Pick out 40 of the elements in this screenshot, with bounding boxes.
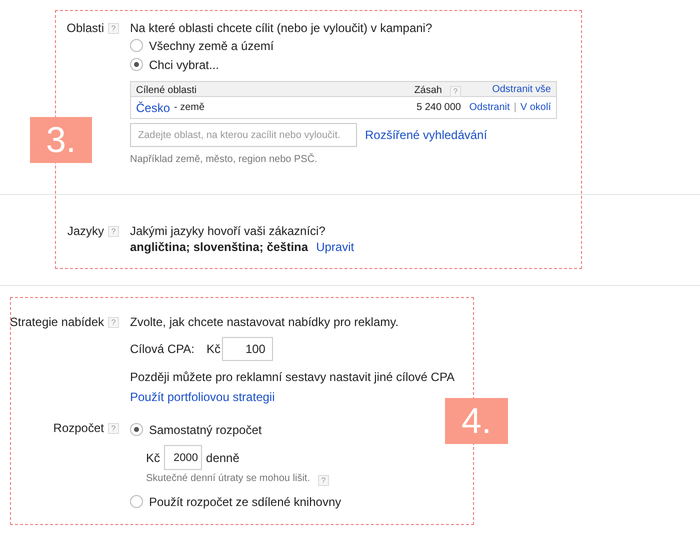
radio-button[interactable] — [130, 423, 143, 436]
question-text: Zvolte, jak chcete nastavovat nabídky pro reklamy. — [130, 314, 399, 330]
question-text: Jakými jazyky hovoří vaši zákazníci? — [130, 223, 326, 239]
hint-text: Například země, město, region nebo PSČ. — [130, 153, 318, 167]
step-number-badge: 4. — [445, 398, 508, 444]
location-type: - země — [174, 102, 205, 113]
unit-label: denně — [206, 450, 240, 466]
currency-label: Kč — [146, 450, 160, 466]
field-label: Jazyky — [66, 223, 104, 239]
row-action-link[interactable]: V okolí — [520, 100, 551, 116]
hint-text: Skutečné denní útraty se mohou lišit. — [146, 472, 310, 486]
remove-all-link[interactable]: Odstranit vše — [492, 82, 551, 98]
field-label: Strategie nabídek — [8, 314, 104, 330]
column-header: Zásah — [414, 84, 442, 96]
radio-label: Samostatný rozpočet — [149, 422, 262, 438]
radio-label: Použít rozpočet ze sdílené knihovny — [149, 494, 342, 510]
field-label: Rozpočet — [52, 420, 104, 436]
cpa-label: Cílová CPA: — [130, 341, 194, 357]
location-search-field[interactable]: Zadejte oblast, na kterou zacílit nebo vyloučit. — [130, 123, 357, 147]
note-text: Později můžete pro reklamní sestavy nastavit jiné cílové CPA — [130, 369, 455, 385]
radio-button[interactable] — [130, 495, 143, 508]
reach-value: 5 240 000 — [416, 102, 461, 113]
step-number-badge: 3. — [30, 117, 92, 163]
column-header: Cílené oblasti — [136, 84, 197, 96]
radio-button[interactable] — [130, 39, 143, 52]
daily-budget-field[interactable]: 2000 — [164, 445, 202, 470]
radio-button[interactable] — [130, 58, 143, 71]
field-label: Oblasti — [66, 20, 104, 36]
currency-label: Kč — [206, 341, 220, 357]
radio-label: Všechny země a území — [149, 38, 274, 54]
edit-link[interactable]: Upravit — [316, 239, 354, 255]
radio-label: Chci vybrat... — [149, 56, 220, 72]
row-action-link[interactable]: Odstranit — [469, 100, 510, 116]
advanced-search-link[interactable]: Rozšířené vyhledávání — [365, 127, 488, 143]
question-text: Na které oblasti chcete cílit (nebo je vyloučit) v kampani? — [130, 20, 432, 36]
portfolio-strategy-link[interactable]: Použít portfoliovou strategii — [130, 389, 275, 405]
separator: | — [514, 102, 516, 113]
location-link[interactable]: Česko — [136, 100, 170, 116]
target-cpa-field[interactable]: 100 — [222, 337, 274, 361]
selected-languages: angličtina; slovenština; čeština — [130, 239, 308, 255]
